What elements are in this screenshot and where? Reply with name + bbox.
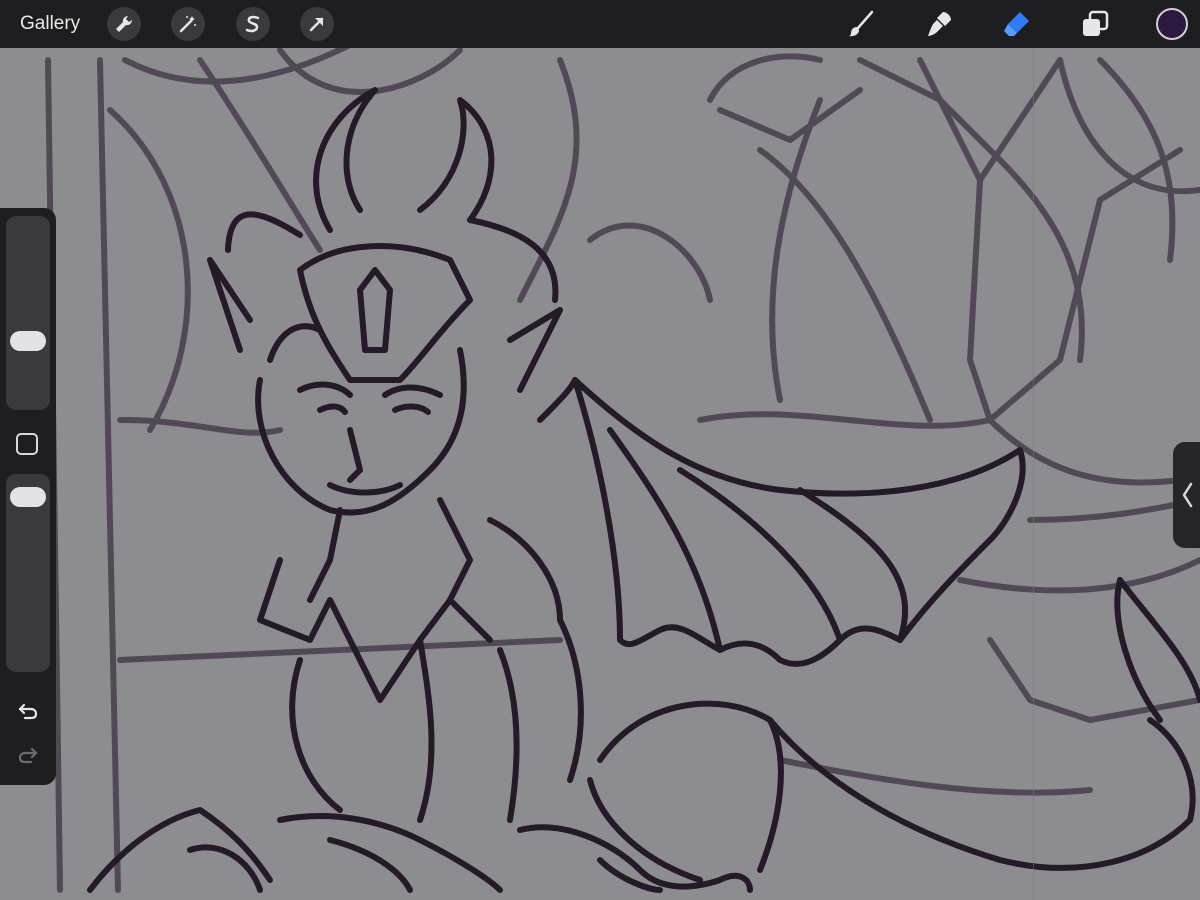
undo-button[interactable] <box>14 696 42 724</box>
left-sidebar <box>0 208 56 785</box>
brush-tool-button[interactable] <box>843 6 879 42</box>
layers-icon <box>1083 10 1109 36</box>
actions-button[interactable] <box>107 7 141 41</box>
layers-button[interactable] <box>1077 6 1113 42</box>
drawing-canvas[interactable] <box>0 0 1200 900</box>
canvas-guide-line <box>1033 48 1034 900</box>
color-picker-button[interactable] <box>1156 8 1188 40</box>
smudge-icon <box>928 12 951 36</box>
chevron-left-icon <box>1182 482 1192 508</box>
sketch-artwork <box>45 37 1200 893</box>
modify-button[interactable] <box>16 433 38 455</box>
gallery-button[interactable]: Gallery <box>20 12 80 36</box>
arrow-cursor-icon <box>309 17 324 32</box>
side-panel-handle[interactable] <box>1173 442 1200 548</box>
redo-arrow-icon <box>18 747 38 764</box>
wrench-icon <box>116 15 133 33</box>
undo-arrow-icon <box>18 703 38 720</box>
brush-icon <box>848 10 874 37</box>
top-toolbar: Gallery <box>0 0 1200 48</box>
redo-button[interactable] <box>14 740 42 768</box>
selection-s-icon <box>245 15 260 33</box>
opacity-slider[interactable] <box>6 474 50 672</box>
brush-size-slider[interactable] <box>6 216 50 410</box>
transform-button[interactable] <box>300 7 334 41</box>
brush-size-thumb[interactable] <box>10 331 46 352</box>
opacity-thumb[interactable] <box>10 486 46 507</box>
selection-button[interactable] <box>236 7 270 41</box>
magic-wand-icon <box>179 16 196 33</box>
smudge-tool-button[interactable] <box>921 6 957 42</box>
eraser-icon <box>1004 12 1029 36</box>
adjustments-button[interactable] <box>171 7 205 41</box>
eraser-tool-button[interactable] <box>999 6 1035 42</box>
